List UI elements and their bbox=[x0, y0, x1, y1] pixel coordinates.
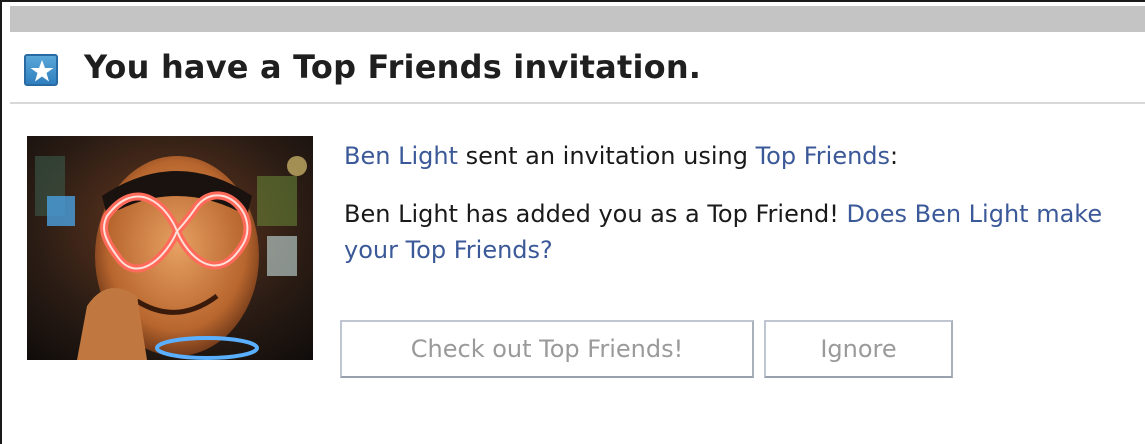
check-out-button[interactable]: Check out Top Friends! bbox=[340, 320, 754, 378]
invitation-content: Ben Light sent an invitation using Top F… bbox=[344, 138, 1134, 268]
top-bar bbox=[10, 6, 1145, 32]
sender-link[interactable]: Ben Light bbox=[344, 142, 458, 170]
star-icon bbox=[24, 54, 58, 86]
sender-photo[interactable] bbox=[27, 136, 313, 360]
sent-text: sent an invitation using bbox=[457, 142, 756, 170]
colon-text: : bbox=[890, 142, 899, 170]
ignore-button[interactable]: Ignore bbox=[764, 320, 953, 378]
message-text: Ben Light has added you as a Top Friend! bbox=[344, 200, 847, 228]
invitation-panel: You have a Top Friends invitation. Ben L… bbox=[0, 0, 1145, 444]
invitation-message: Ben Light has added you as a Top Friend!… bbox=[344, 196, 1134, 268]
page-title: You have a Top Friends invitation. bbox=[84, 48, 702, 86]
app-link[interactable]: Top Friends bbox=[756, 142, 890, 170]
invitation-line: Ben Light sent an invitation using Top F… bbox=[344, 138, 1134, 174]
header: You have a Top Friends invitation. bbox=[10, 32, 1145, 104]
